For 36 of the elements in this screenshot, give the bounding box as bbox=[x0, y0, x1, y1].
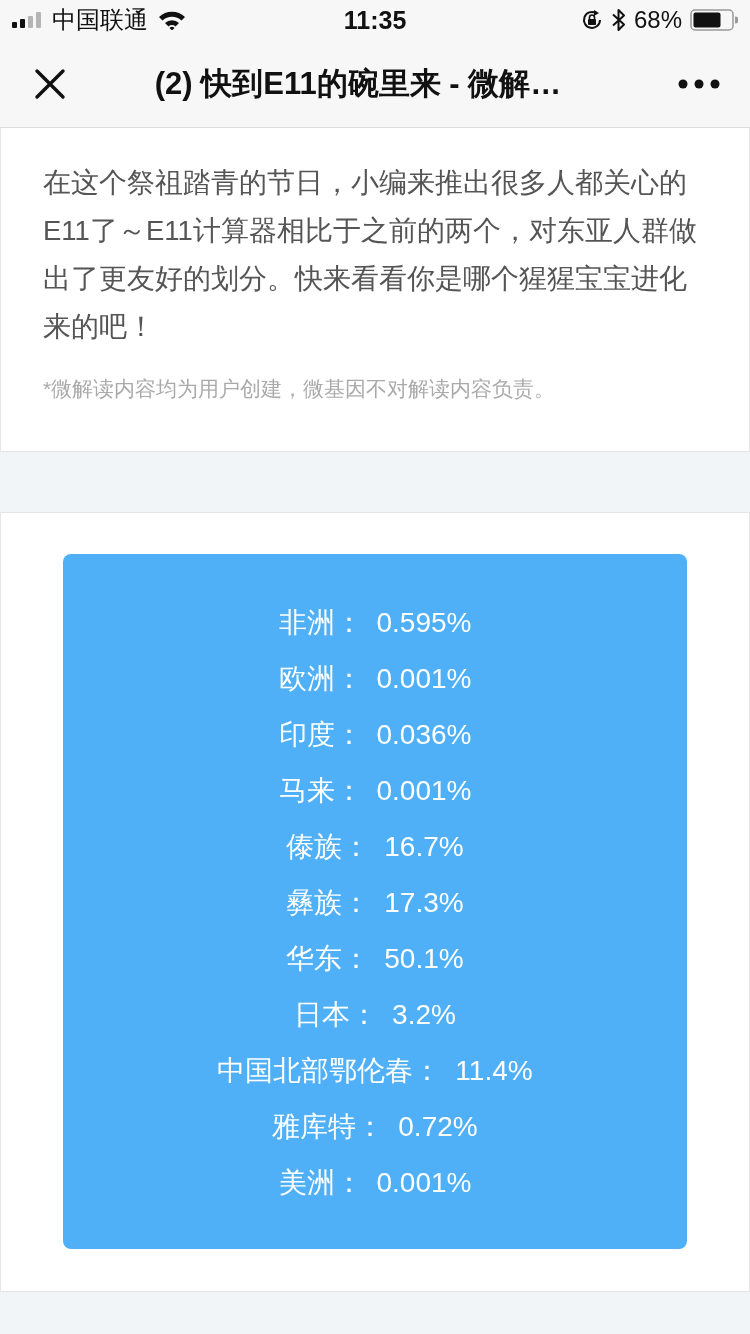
percentage-value: 3.2% bbox=[392, 999, 456, 1031]
more-icon bbox=[678, 78, 720, 89]
page-title: (2) 快到E11的碗里来 - 微解… bbox=[153, 64, 563, 103]
region-label: 日本： bbox=[294, 998, 379, 1032]
region-label: 非洲： bbox=[278, 606, 363, 640]
percentage-value: 50.1% bbox=[384, 943, 464, 975]
disclaimer-text: *微解读内容均为用户创建，微基因不对解读内容负责。 bbox=[43, 376, 557, 402]
percentage-value: 17.3% bbox=[384, 887, 464, 919]
region-label: 雅库特： bbox=[272, 1110, 385, 1144]
intro-paragraph: 在这个祭祖踏青的节日，小编来推出很多人都关心的E11了～E11计算器相比于之前的两个，对东亚人群做出了更友好的划分。快来看看你是哪个猩猩宝宝进化来的吧！ bbox=[43, 166, 698, 344]
percentage-value: 0.595% bbox=[376, 607, 472, 639]
close-button[interactable] bbox=[34, 67, 66, 100]
signal-icon bbox=[12, 12, 42, 28]
percentage-value: 0.72% bbox=[398, 1111, 478, 1143]
region-label: 印度： bbox=[278, 718, 363, 752]
bluetooth-icon bbox=[611, 8, 626, 32]
region-label: 美洲： bbox=[278, 1166, 363, 1200]
carrier-name: 中国联通 bbox=[52, 5, 148, 35]
percentage-value: 0.001% bbox=[376, 1167, 472, 1199]
region-label: 欧洲： bbox=[278, 662, 363, 696]
wifi-icon bbox=[158, 10, 186, 30]
region-label: 彝族： bbox=[286, 886, 371, 920]
region-label: 中国北部鄂伦春： bbox=[217, 1054, 442, 1088]
percentage-value: 0.001% bbox=[376, 663, 472, 695]
close-icon bbox=[34, 67, 66, 100]
status-time: 11:35 bbox=[343, 5, 407, 35]
percentage-value: 0.001% bbox=[376, 775, 472, 807]
battery-icon bbox=[690, 9, 738, 31]
percentage-value: 0.036% bbox=[376, 719, 472, 751]
battery-percent: 68% bbox=[633, 5, 682, 35]
region-label: 华东： bbox=[286, 942, 371, 976]
region-label: 傣族： bbox=[286, 830, 371, 864]
region-label: 马来： bbox=[278, 774, 363, 808]
more-button[interactable] bbox=[678, 78, 720, 89]
percentage-value: 11.4% bbox=[455, 1055, 533, 1087]
percentage-value: 16.7% bbox=[384, 831, 464, 863]
